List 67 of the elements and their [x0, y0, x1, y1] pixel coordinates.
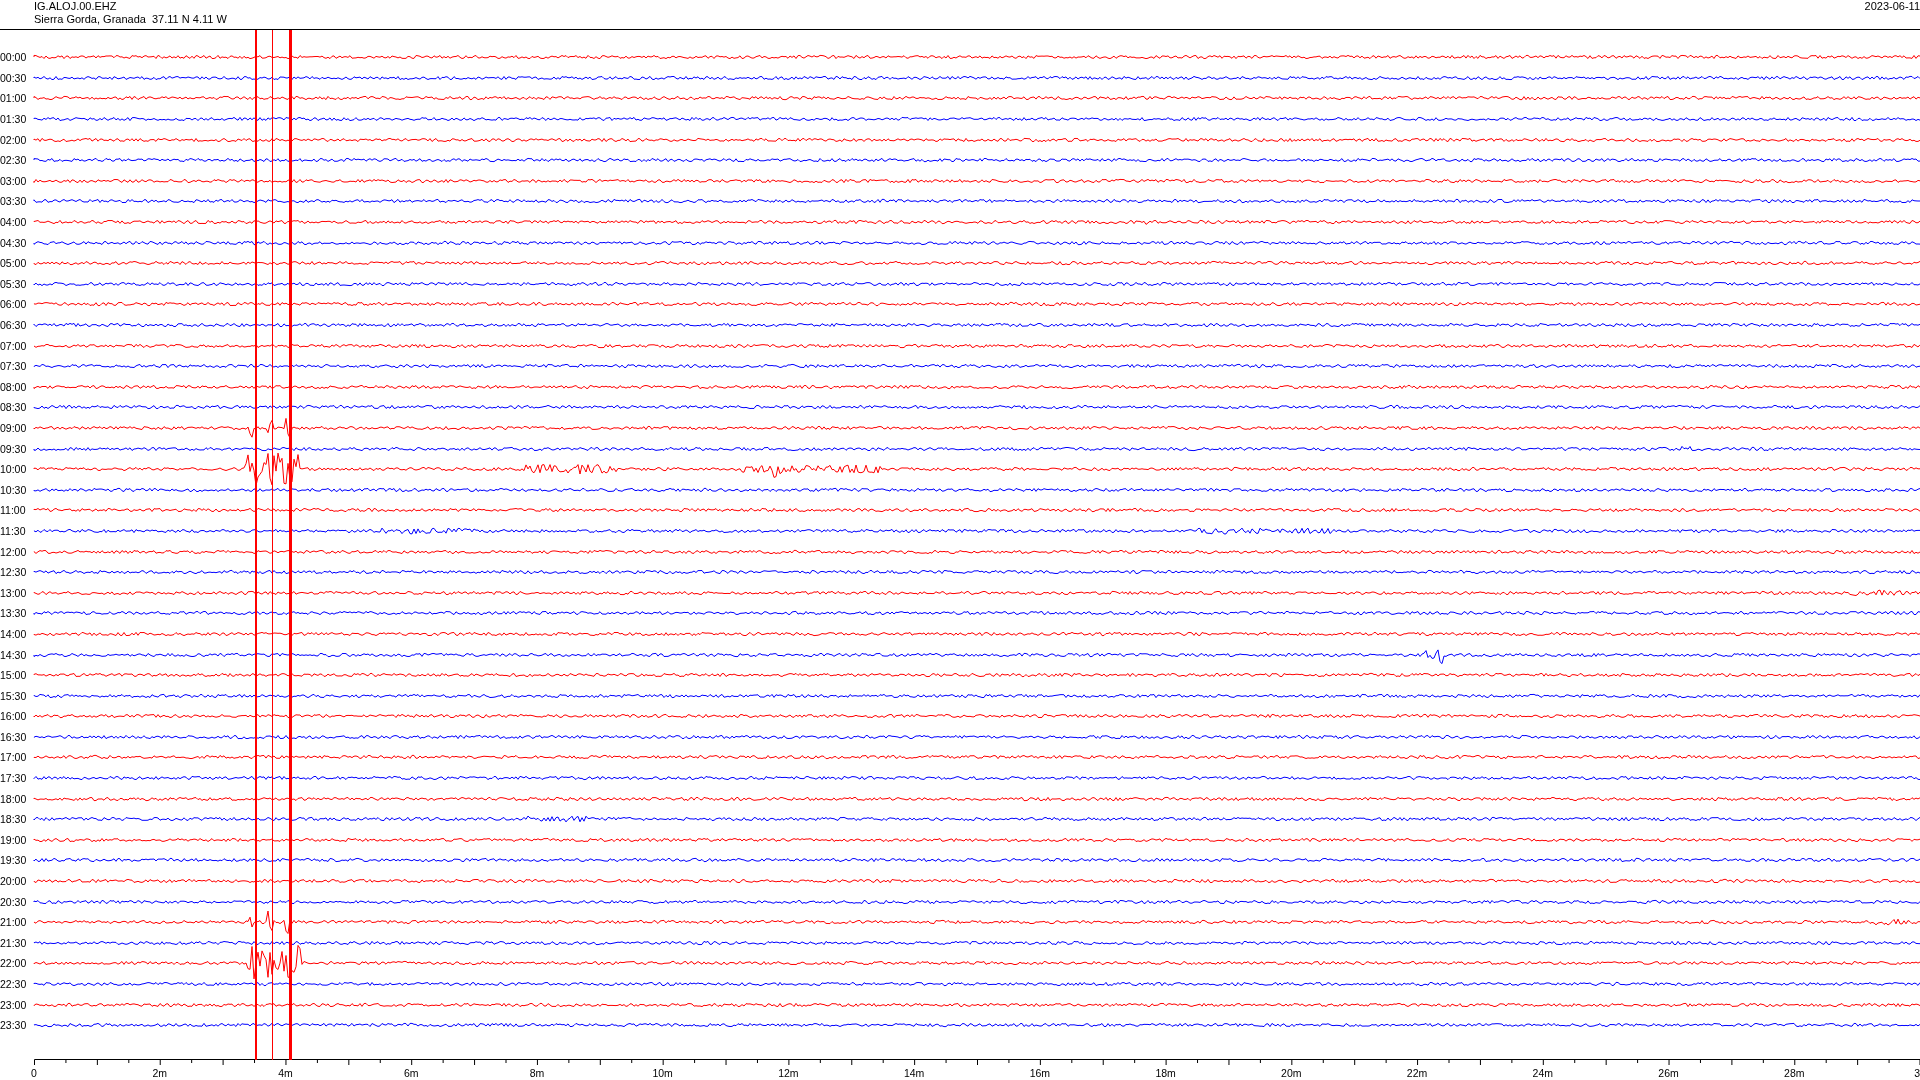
- time-label: 10:30: [0, 483, 28, 496]
- tick-label: 12m: [778, 1067, 799, 1079]
- time-label: 12:30: [0, 566, 28, 579]
- time-label: 08:30: [0, 401, 28, 414]
- time-label: 12:00: [0, 545, 28, 558]
- time-label: 01:00: [0, 92, 28, 105]
- tick-label: 2m: [152, 1067, 167, 1079]
- time-label: 20:00: [0, 875, 28, 888]
- time-label: 11:00: [0, 504, 27, 517]
- station-code: IG.ALOJ.00.EHZ: [34, 0, 118, 13]
- time-label: 00:30: [0, 71, 28, 84]
- time-label: 21:00: [0, 916, 28, 929]
- tick-label: 28m: [1784, 1067, 1805, 1079]
- time-label: 18:30: [0, 813, 28, 826]
- time-label: 02:00: [0, 133, 28, 146]
- tick-label: 14m: [903, 1067, 925, 1079]
- time-label: 02:30: [0, 154, 28, 167]
- time-label: 07:00: [0, 339, 28, 352]
- time-label: 09:30: [0, 442, 28, 455]
- tick-label: 10m: [652, 1067, 673, 1079]
- time-label: 01:30: [0, 113, 28, 126]
- station-location: Sierra Gorda, Granada 37.11 N 4.11 W: [34, 13, 227, 26]
- time-label: 23:00: [0, 998, 28, 1011]
- tick-label: 16m: [1029, 1067, 1051, 1079]
- tick-label: 20m: [1281, 1067, 1302, 1079]
- time-label: 22:00: [0, 957, 28, 970]
- time-label: 19:00: [0, 833, 28, 846]
- time-label: 13:30: [0, 607, 28, 620]
- tick-label: 8m: [529, 1067, 545, 1079]
- tick-label: 26m: [1658, 1067, 1679, 1079]
- time-label: 05:00: [0, 257, 28, 270]
- tick-label: 6m: [403, 1067, 419, 1079]
- tick-label: 4m: [278, 1067, 293, 1079]
- tick-label: 24m: [1532, 1067, 1553, 1079]
- time-label: 21:30: [0, 936, 28, 949]
- time-label: 19:30: [0, 854, 28, 867]
- time-label: 03:30: [0, 195, 28, 208]
- time-label: 00:00: [0, 51, 28, 64]
- time-label: 09:00: [0, 422, 28, 434]
- time-label: 07:30: [0, 360, 28, 373]
- time-label: 05:30: [0, 277, 28, 290]
- tick-label: 22m: [1406, 1067, 1428, 1079]
- tick-label: 3: [1914, 1067, 1920, 1079]
- time-label: 06:30: [0, 319, 28, 331]
- time-label: 06:00: [0, 298, 28, 311]
- time-label: 04:00: [0, 216, 28, 229]
- time-label: 13:00: [0, 586, 28, 599]
- time-label: 10:00: [0, 463, 28, 476]
- time-label: 11:30: [0, 524, 27, 537]
- time-label: 17:30: [0, 772, 28, 785]
- time-label: 04:30: [0, 236, 28, 249]
- time-label: 23:30: [0, 1019, 28, 1032]
- date-label: 2023-06-11: [1864, 0, 1920, 14]
- tick-label: 0: [31, 1067, 37, 1079]
- time-label: 17:00: [0, 751, 28, 764]
- time-label: 14:30: [0, 648, 28, 661]
- time-label: 20:30: [0, 895, 28, 908]
- time-label: 22:30: [0, 978, 28, 990]
- time-label: 15:00: [0, 669, 28, 682]
- time-label: 03:00: [0, 174, 28, 187]
- time-label: 16:30: [0, 730, 28, 743]
- time-label: 14:00: [0, 627, 28, 640]
- time-label: 15:30: [0, 689, 28, 702]
- time-label: 18:00: [0, 792, 28, 805]
- time-label: 08:00: [0, 380, 28, 393]
- tick-label: 18m: [1155, 1067, 1176, 1079]
- time-label: 16:00: [0, 710, 28, 723]
